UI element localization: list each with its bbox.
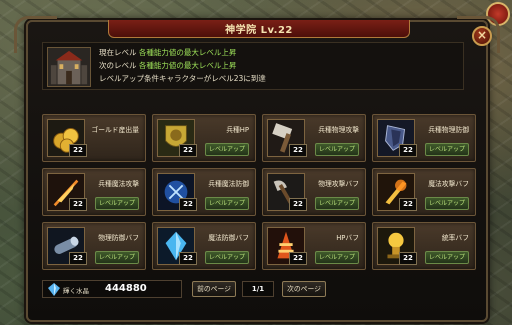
skill-grid: 22 ゴールド産出量 22 兵種HP レベルアップ 22 兵種物理攻撃 レベルア… [42,114,478,270]
level-up-button[interactable]: レベルアップ [205,197,249,210]
skill-cell-magic-defense: 22 兵種魔法防御 レベルアップ [152,168,256,216]
level-up-button[interactable]: レベルアップ [425,251,469,264]
level-up-button[interactable]: レベルアップ [95,251,139,264]
level-up-button[interactable]: レベルアップ [315,197,359,210]
info-text: 現在レベル 各種能力値の最大レベル上昇 次のレベル 各種能力値の最大レベル上昇 … [99,46,457,85]
info-box: 現在レベル 各種能力値の最大レベル上昇 次のレベル 各種能力値の最大レベル上昇 … [42,42,464,90]
skill-cell-physical-attack: 22 兵種物理攻撃 レベルアップ [262,114,366,162]
level-up-button[interactable]: レベルアップ [425,197,469,210]
skill-name: 物理攻撃バフ [318,180,359,188]
prev-page-button[interactable]: 前のページ [192,281,236,297]
page-indicator: 1/1 [242,281,274,297]
level-badge: 22 [69,198,87,211]
level-up-button[interactable]: レベルアップ [425,143,469,156]
level-badge: 22 [399,144,417,157]
skill-cell-physical-defense: 22 兵種物理防御 レベルアップ [372,114,476,162]
next-level-label: 次のレベル [99,61,137,70]
panel-title: 神学院 Lv.22 [225,25,293,36]
academy-panel: 神学院 Lv.22 × 現在レベル 各種能力値の最大レベル上昇 次のレベル 各種… [14,16,500,322]
skill-name: 兵種魔法攻撃 [98,180,139,188]
skill-name: 魔法防御バフ [208,234,249,242]
next-level-line: 次のレベル 各種能力値の最大レベル上昇 [99,59,457,72]
current-level-label: 現在レベル [99,48,137,57]
skill-name: 兵種HP [226,126,249,134]
next-level-effect: 各種能力値の最大レベル上昇 [138,61,237,70]
skill-name: 統率バフ [441,234,469,242]
level-badge: 22 [289,198,307,211]
current-level-effect: 各種能力値の最大レベル上昇 [138,48,237,57]
level-badge: 22 [179,252,197,265]
level-up-button[interactable]: レベルアップ [315,251,359,264]
skill-cell-magic-attack-buff: 22 魔法攻撃バフ レベルアップ [372,168,476,216]
level-badge: 22 [399,252,417,265]
skill-name: HPバフ [336,234,359,242]
level-up-button[interactable]: レベルアップ [315,143,359,156]
level-badge: 22 [69,144,87,157]
close-button[interactable]: × [472,26,492,46]
upgrade-condition-line: レベルアップ条件キャラクターがレベル23に到達 [99,74,266,83]
academy-building-icon [48,48,90,86]
skill-name: 兵種魔法防御 [208,180,249,188]
skill-name: 魔法攻撃バフ [428,180,469,188]
level-badge: 22 [179,144,197,157]
current-level-line: 現在レベル 各種能力値の最大レベル上昇 [99,46,457,59]
skill-cell-troop-hp: 22 兵種HP レベルアップ [152,114,256,162]
level-up-button[interactable]: レベルアップ [95,197,139,210]
skill-cell-physical-attack-buff: 22 物理攻撃バフ レベルアップ [262,168,366,216]
level-badge: 22 [289,144,307,157]
next-page-button[interactable]: 次のページ [282,281,326,297]
level-badge: 22 [69,252,87,265]
skill-cell-physical-defense-buff: 22 物理防御バフ レベルアップ [42,222,146,270]
skill-name: 物理防御バフ [98,234,139,242]
level-up-button[interactable]: レベルアップ [205,143,249,156]
skill-cell-magic-attack: 22 兵種魔法攻撃 レベルアップ [42,168,146,216]
crystal-counter: 輝く水晶 444880 [42,280,182,298]
skill-cell-gold: 22 ゴールド産出量 [42,114,146,162]
building-portrait [47,47,91,87]
level-badge: 22 [289,252,307,265]
skill-cell-command-buff: 22 統率バフ レベルアップ [372,222,476,270]
crystal-label: 輝く水晶 [63,287,89,295]
skill-cell-magic-defense-buff: 22 魔法防御バフ レベルアップ [152,222,256,270]
skill-name: 兵種物理防御 [428,126,469,134]
level-badge: 22 [179,198,197,211]
crystal-icon [48,283,60,296]
skill-name: ゴールド産出量 [91,126,139,134]
skill-name: 兵種物理攻撃 [318,126,359,134]
skill-cell-hp-buff: 22 HPバフ レベルアップ [262,222,366,270]
level-badge: 22 [399,198,417,211]
title-bar: 神学院 Lv.22 [108,20,410,38]
level-up-button[interactable]: レベルアップ [205,251,249,264]
crystal-value: 444880 [105,283,147,294]
